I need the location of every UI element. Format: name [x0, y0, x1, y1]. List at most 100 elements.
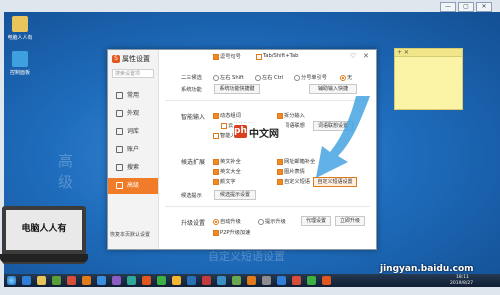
checkbox-dynamic-words[interactable] [213, 113, 219, 119]
option-label: 提示升级 [265, 219, 286, 225]
divider [165, 206, 370, 207]
option-label: 无 [347, 75, 353, 81]
baidu-jingyan-watermark: jingyan.baidu.com [380, 264, 474, 274]
app-icon[interactable] [172, 276, 181, 285]
checkbox-custom-phrase[interactable] [277, 179, 283, 185]
option-label: 分号单引号 [301, 75, 327, 81]
option-label: 动态组词 [220, 113, 241, 119]
watermark-char: 级 [58, 173, 74, 191]
desktop-icon-computer[interactable]: 电脑人人有 [5, 16, 35, 41]
nav-item-common[interactable]: 常用 [108, 88, 158, 104]
settings-sidebar: S 属性设置 搜索设置项 常用 外观 词库 账户 搜索 高级 恢复本页默认设置 [108, 50, 159, 249]
checkbox-cloud[interactable] [221, 123, 227, 129]
option-label: Tab/Shift+Tab [263, 53, 299, 59]
ie-icon[interactable] [22, 276, 31, 285]
vm-maximize-button[interactable]: ▢ [458, 2, 474, 12]
radio-ctrl[interactable] [255, 75, 261, 81]
wrench-icon [116, 182, 123, 189]
skin-icon[interactable]: ♡ [350, 52, 356, 60]
app-icon[interactable] [97, 276, 106, 285]
checkbox-person-name[interactable] [213, 133, 219, 139]
app-icon[interactable] [217, 276, 226, 285]
option-label: 逗号句号 [220, 54, 241, 60]
candidate-hint-settings-button[interactable]: 候选提示设置 [214, 190, 256, 200]
nav-label: 搜索 [127, 164, 140, 171]
user-icon [116, 146, 123, 153]
laptop-logo-image: 电脑人人有 [0, 206, 88, 264]
app-icon[interactable] [202, 276, 211, 285]
desktop-icon-control-panel[interactable]: 控制面板 [5, 51, 35, 76]
dialog-title: S 属性设置 [112, 54, 150, 64]
nav-label: 账户 [127, 146, 140, 153]
sticky-note-controls[interactable]: + ✕ [395, 49, 462, 57]
option-label: 左右 Ctrl [262, 75, 284, 81]
option-label: P2P升级加速 [220, 230, 251, 236]
desktop-icon-label: 电脑人人有 [7, 35, 33, 41]
vm-minimize-button[interactable]: — [440, 2, 456, 12]
taskbar-time[interactable]: 18:11 [456, 275, 469, 280]
settings-search-input[interactable]: 搜索设置项 [112, 69, 154, 78]
row-label: 系统功能 [181, 87, 202, 93]
palette-icon [116, 110, 123, 117]
checkbox-image-emoji[interactable] [277, 169, 283, 175]
checkbox-tab[interactable] [256, 54, 262, 60]
option-label: 左右 Shift [220, 75, 244, 81]
vm-close-button[interactable]: ✕ [476, 2, 492, 12]
sticky-note[interactable]: + ✕ [394, 48, 463, 110]
desktop-icon-label: 控制面板 [9, 70, 30, 76]
nav-item-search[interactable]: 搜索 [108, 160, 158, 176]
checkbox-url-email[interactable] [277, 159, 283, 165]
app-icon[interactable] [127, 276, 136, 285]
taskbar: 18:11 2019/8/27 [4, 274, 500, 287]
system-shortcut-button[interactable]: 系统功能快捷键 [214, 84, 260, 94]
app-icon[interactable] [292, 276, 301, 285]
row-label: 候选提示 [181, 193, 202, 199]
nav-item-appearance[interactable]: 外观 [108, 106, 158, 122]
php-logo-text: 中文网 [249, 129, 279, 140]
nav-label: 外观 [127, 110, 140, 117]
checkbox-split-input[interactable] [277, 113, 283, 119]
start-button-icon[interactable] [7, 276, 16, 285]
radio-semicolon[interactable] [294, 75, 300, 81]
checkbox-english-dict[interactable] [213, 169, 219, 175]
nav-item-lexicon[interactable]: 词库 [108, 124, 158, 140]
radio-none[interactable] [340, 75, 346, 81]
checkbox-kaomoji[interactable] [213, 179, 219, 185]
sogou-taskbar-icon[interactable] [142, 276, 151, 285]
radio-prompt-upgrade[interactable] [258, 219, 264, 225]
media-icon[interactable] [52, 276, 61, 285]
restore-defaults-link[interactable]: 恢复本页默认设置 [110, 231, 150, 238]
option-label: 颜文字 [220, 179, 236, 185]
app-icon[interactable] [307, 276, 316, 285]
nav-label: 词库 [127, 128, 140, 135]
nav-item-advanced[interactable]: 高级 [108, 178, 158, 194]
taskbar-date[interactable]: 2019/8/27 [450, 281, 473, 286]
checkbox-english-complete[interactable] [213, 159, 219, 165]
app-icon[interactable] [232, 276, 241, 285]
app-icon[interactable] [82, 276, 91, 285]
checkbox-comma-period[interactable] [213, 54, 219, 60]
nav-label: 高级 [127, 182, 140, 189]
app-icon[interactable] [157, 276, 166, 285]
laptop-base [0, 254, 88, 262]
radio-shift[interactable] [213, 75, 219, 81]
app-icon[interactable] [262, 276, 271, 285]
app-icon[interactable] [112, 276, 121, 285]
folder-icon[interactable] [37, 276, 46, 285]
option-label: 英文补全 [220, 159, 241, 165]
checkbox-p2p[interactable] [213, 230, 219, 236]
close-icon[interactable]: ✕ [363, 52, 369, 60]
app-icon[interactable] [67, 276, 76, 285]
app-icon[interactable] [187, 276, 196, 285]
book-icon [116, 128, 123, 135]
app-icon[interactable] [322, 276, 331, 285]
option-label: 自动升级 [220, 219, 241, 225]
nav-item-account[interactable]: 账户 [108, 142, 158, 158]
arrow-annotation [316, 96, 370, 178]
app-icon[interactable] [277, 276, 286, 285]
upgrade-now-button[interactable]: 立即升级 [335, 216, 365, 226]
app-icon[interactable] [247, 276, 256, 285]
radio-auto-upgrade[interactable] [213, 219, 219, 225]
folder-icon [12, 16, 28, 32]
proxy-settings-button[interactable]: 代理设置 [301, 216, 331, 226]
